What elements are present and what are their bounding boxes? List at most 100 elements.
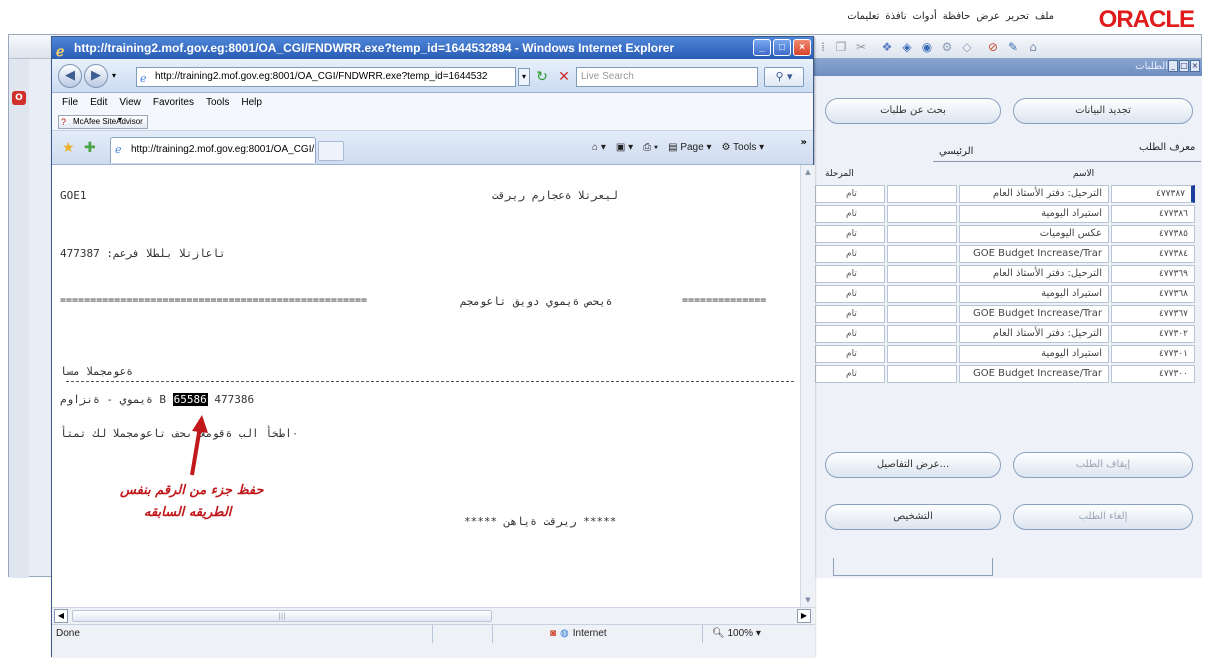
search-icon[interactable]: ⚲ ▾ xyxy=(764,67,804,87)
request-id-cell[interactable]: ٤٧٧٣٠٠ xyxy=(1111,365,1195,383)
navigator-icon[interactable]: ◈ xyxy=(899,39,915,55)
name-cell[interactable]: استيراد اليومية xyxy=(959,345,1109,363)
phase-cell[interactable]: تام xyxy=(815,245,885,263)
favorites-star-icon[interactable]: ★ xyxy=(62,140,75,156)
oracle-app-icon[interactable]: O xyxy=(12,91,26,105)
close-form-icon[interactable]: ⊘ xyxy=(985,39,1001,55)
request-id-cell[interactable]: ٤٧٧٣٦٩ xyxy=(1111,265,1195,283)
parent-cell[interactable] xyxy=(887,365,957,383)
request-id-cell[interactable]: ٤٧٧٣٠١ xyxy=(1111,345,1195,363)
refresh-icon[interactable]: ↻ xyxy=(532,67,552,87)
mcafee-siteadvisor-button[interactable]: ? McAfee SiteAdvisor xyxy=(58,115,148,129)
stop-icon[interactable]: ✕ xyxy=(554,67,574,87)
print-icon[interactable]: ⎙ ▾ xyxy=(643,139,658,157)
parent-cell[interactable] xyxy=(887,225,957,243)
parent-cell[interactable] xyxy=(887,285,957,303)
table-row[interactable]: تام GOE Budget Increase/Trar ٤٧٧٣٨٤ xyxy=(813,244,1203,264)
table-row[interactable]: تام الترحيل: دفتر الأستاذ العام ٤٧٧٣٠٢ xyxy=(813,324,1203,344)
help-icon[interactable]: ✎ xyxy=(1005,39,1021,55)
menu-view[interactable]: View xyxy=(119,93,141,113)
table-row[interactable]: تام عكس اليوميات ٤٧٧٣٨٥ xyxy=(813,224,1203,244)
menu-item-window[interactable]: نافذة xyxy=(885,11,906,22)
parent-cell[interactable] xyxy=(887,265,957,283)
zoom-control[interactable]: 🔍︎ 100% ▾ xyxy=(712,628,761,639)
parent-cell[interactable] xyxy=(887,185,957,203)
parent-cell[interactable] xyxy=(887,325,957,343)
tools-menu[interactable]: ⚙ Tools ▾ xyxy=(721,139,764,157)
table-row[interactable]: تام استيراد اليومية ٤٧٧٣٦٨ xyxy=(813,284,1203,304)
search-input[interactable]: Live Search xyxy=(576,67,758,87)
menu-favorites[interactable]: Favorites xyxy=(153,93,194,113)
scroll-down-icon[interactable]: ▼ xyxy=(801,593,815,607)
name-cell[interactable]: الترحيل: دفتر الأستاذ العام xyxy=(959,265,1109,283)
menu-item-help[interactable]: تعليمات xyxy=(847,11,879,22)
page-menu[interactable]: ▤ Page ▾ xyxy=(668,139,711,157)
request-id-cell[interactable]: ٤٧٧٣٠٢ xyxy=(1111,325,1195,343)
zoom-icon[interactable]: ◉ xyxy=(919,39,935,55)
hold-request-button[interactable]: إيقاف الطلب xyxy=(1013,452,1193,478)
close-icon[interactable]: × xyxy=(1190,60,1200,72)
phase-cell[interactable]: تام xyxy=(815,325,885,343)
menu-edit[interactable]: Edit xyxy=(90,93,107,113)
maximize-icon[interactable]: □ xyxy=(1179,60,1189,72)
name-cell[interactable]: الترحيل: دفتر الأستاذ العام xyxy=(959,325,1109,343)
horizontal-scrollbar[interactable]: ◀ ||| ▶ xyxy=(52,607,815,624)
ie-titlebar[interactable]: ℯ http://training2.mof.gov.eg:8001/OA_CG… xyxy=(52,37,813,59)
phase-cell[interactable]: تام xyxy=(815,205,885,223)
minimize-icon[interactable]: _ xyxy=(753,39,771,56)
add-favorite-icon[interactable]: ✚ xyxy=(84,140,96,156)
name-cell[interactable]: استيراد اليومية xyxy=(959,205,1109,223)
request-id-cell[interactable]: ٤٧٧٣٨٧ xyxy=(1111,185,1195,203)
find-requests-button[interactable]: بحث عن طلبات xyxy=(825,98,1001,124)
translation-icon[interactable]: ⚙ xyxy=(939,39,955,55)
mcafee-dropdown-icon[interactable]: ▾ xyxy=(118,115,122,124)
menu-item-file[interactable]: ملف xyxy=(1035,11,1054,22)
table-row[interactable]: تام استيراد اليومية ٤٧٧٣٠١ xyxy=(813,344,1203,364)
home-icon[interactable]: ⌂ ▾ xyxy=(592,139,606,157)
phase-cell[interactable]: تام xyxy=(815,265,885,283)
copy-icon[interactable]: ❐ xyxy=(833,39,849,55)
table-row[interactable]: تام الترحيل: دفتر الأستاذ العام ٤٧٧٣٦٩ xyxy=(813,264,1203,284)
table-row[interactable]: تام GOE Budget Increase/Trar ٤٧٧٣٦٧ xyxy=(813,304,1203,324)
vertical-scrollbar[interactable]: ▲ ▼ xyxy=(800,165,815,607)
parent-cell[interactable] xyxy=(887,345,957,363)
menu-help[interactable]: Help xyxy=(241,93,262,113)
scroll-thumb[interactable]: ||| xyxy=(72,610,492,622)
menu-tools[interactable]: Tools xyxy=(206,93,229,113)
refresh-data-button[interactable]: تجديد البيانات xyxy=(1013,98,1193,124)
phase-cell[interactable]: تام xyxy=(815,285,885,303)
forward-icon[interactable]: ▶ xyxy=(84,64,108,88)
security-zone[interactable]: ◙ ◍ Internet xyxy=(550,628,607,639)
diagnostics-button[interactable]: التشخيص xyxy=(825,504,1001,530)
menu-file[interactable]: File xyxy=(62,93,78,113)
request-id-cell[interactable]: ٤٧٧٣٨٤ xyxy=(1111,245,1195,263)
address-bar[interactable]: ℯ http://training2.mof.gov.eg:8001/OA_CG… xyxy=(136,67,516,87)
attachment-icon[interactable]: ❖ xyxy=(879,39,895,55)
close-icon[interactable]: × xyxy=(793,39,811,56)
parent-cell[interactable] xyxy=(887,245,957,263)
history-dropdown-icon[interactable]: ▾ xyxy=(112,71,116,80)
back-icon[interactable]: ◀ xyxy=(58,64,82,88)
table-row[interactable]: تام استيراد اليومية ٤٧٧٣٨٦ xyxy=(813,204,1203,224)
table-row[interactable]: تام الترحيل: دفتر الأستاذ العام ٤٧٧٣٨٧ xyxy=(813,184,1203,204)
scroll-left-icon[interactable]: ◀ xyxy=(54,609,68,623)
name-cell[interactable]: GOE Budget Increase/Trar xyxy=(959,245,1109,263)
request-id-cell[interactable]: ٤٧٧٣٦٧ xyxy=(1111,305,1195,323)
new-tab-button[interactable] xyxy=(318,141,344,161)
menu-item-view[interactable]: عرض xyxy=(976,11,1000,22)
request-id-cell[interactable]: ٤٧٧٣٨٦ xyxy=(1111,205,1195,223)
feeds-icon[interactable]: ▣ ▾ xyxy=(616,139,633,157)
menu-item-folder[interactable]: حافظة xyxy=(943,11,971,22)
request-id-cell[interactable]: ٤٧٧٣٨٥ xyxy=(1111,225,1195,243)
phase-cell[interactable]: تام xyxy=(815,225,885,243)
request-id-cell[interactable]: ٤٧٧٣٦٨ xyxy=(1111,285,1195,303)
folder-tools-icon[interactable]: ◇ xyxy=(959,39,975,55)
name-cell[interactable]: الترحيل: دفتر الأستاذ العام xyxy=(959,185,1109,203)
address-dropdown-icon[interactable]: ▾ xyxy=(518,68,530,86)
chevron-more-icon[interactable]: » xyxy=(801,137,807,148)
maximize-icon[interactable]: □ xyxy=(773,39,791,56)
menu-item-edit[interactable]: تحرير xyxy=(1006,11,1029,22)
phase-cell[interactable]: تام xyxy=(815,345,885,363)
cut-icon[interactable]: ✂ xyxy=(853,39,869,55)
minimize-icon[interactable]: _ xyxy=(1168,60,1178,72)
